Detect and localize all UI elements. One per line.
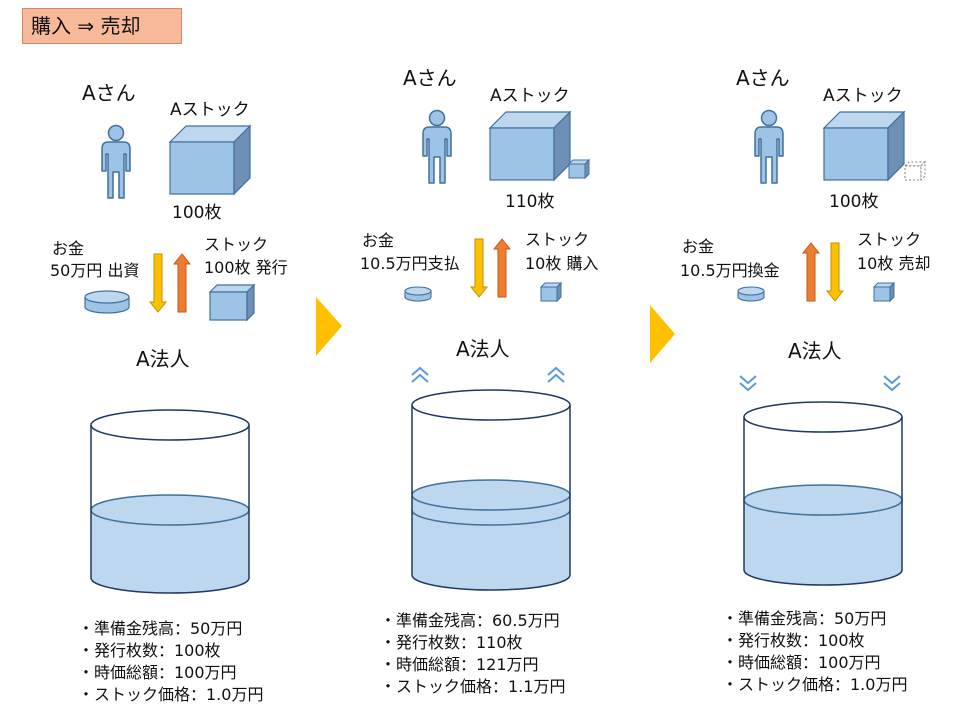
arrow-up-icon	[802, 242, 820, 302]
info-reserve: ・準備金残高：50万円	[722, 609, 887, 628]
stock-cube-icon	[823, 111, 905, 181]
stock-flow-label: ストック	[525, 230, 590, 249]
info-reserve: ・準備金残高：60.5万円	[380, 611, 560, 630]
money-action: 10.5万円換金	[680, 261, 780, 280]
info-market-cap: ・時価総額：121万円	[380, 655, 539, 674]
stock-flow-action: 100枚 発行	[204, 258, 288, 277]
stock-buy-cube-icon	[540, 282, 562, 302]
info-market-cap: ・時価総額：100万円	[78, 663, 237, 682]
stock-flow-action: 10枚 購入	[525, 254, 599, 273]
info-issued: ・発行枚数：100枚	[78, 641, 221, 660]
corp-label: A法人	[456, 337, 510, 361]
person-icon	[101, 124, 131, 199]
corp-label: A法人	[788, 339, 842, 363]
stock-count: 100枚	[172, 203, 222, 223]
person-label: Aさん	[82, 81, 136, 105]
money-label: お金	[362, 231, 395, 250]
arrow-down-icon	[470, 238, 488, 298]
money-action: 10.5万円支払	[360, 254, 460, 273]
info-price: ・ストック価格：1.0万円	[78, 685, 264, 704]
money-label: お金	[52, 239, 85, 258]
arrow-up-icon	[493, 238, 511, 298]
info-issued: ・発行枚数：100枚	[722, 631, 865, 650]
stock-flow-action: 10枚 売却	[857, 254, 931, 273]
person-icon	[422, 109, 452, 184]
money-action: 50万円 出資	[50, 261, 140, 280]
next-step-arrow-icon	[650, 305, 675, 363]
person-label: Aさん	[736, 66, 790, 90]
stock-label: Aストック	[490, 86, 570, 106]
added-stock-cube-icon	[568, 159, 590, 179]
stock-label: Aストック	[170, 100, 250, 120]
person-icon	[754, 109, 784, 184]
stock-count: 110枚	[505, 192, 555, 212]
coin-stack-icon	[84, 290, 130, 314]
stock-flow-label: ストック	[204, 235, 269, 254]
arrow-down-icon	[149, 253, 167, 313]
info-price: ・ストック価格：1.0万円	[722, 675, 908, 694]
stock-count: 100枚	[829, 192, 879, 212]
stock-cube-icon	[489, 111, 571, 181]
info-reserve: ・準備金残高：50万円	[78, 619, 243, 638]
arrow-up-icon	[173, 253, 191, 313]
stock-issue-cube-icon	[209, 284, 255, 321]
removed-stock-cube-icon	[903, 160, 927, 182]
info-issued: ・発行枚数：110枚	[380, 633, 523, 652]
coin-stack-icon	[737, 286, 765, 302]
stock-sell-cube-icon	[873, 282, 895, 302]
stock-flow-label: ストック	[857, 230, 922, 249]
stock-cube-icon	[169, 125, 251, 195]
reserve-tank	[90, 409, 250, 594]
arrow-down-icon	[826, 242, 844, 302]
reserve-tank	[411, 389, 571, 591]
person-label: Aさん	[403, 66, 457, 90]
corp-label: A法人	[136, 347, 190, 371]
coin-stack-icon	[404, 286, 432, 302]
rise-chevrons-icon	[411, 366, 565, 383]
stock-label: Aストック	[823, 86, 903, 106]
info-market-cap: ・時価総額：100万円	[722, 653, 881, 672]
money-label: お金	[682, 237, 715, 256]
fall-chevrons-icon	[739, 375, 901, 392]
info-price: ・ストック価格：1.1万円	[380, 677, 566, 696]
next-step-arrow-icon	[316, 297, 342, 356]
reserve-tank	[743, 401, 903, 586]
